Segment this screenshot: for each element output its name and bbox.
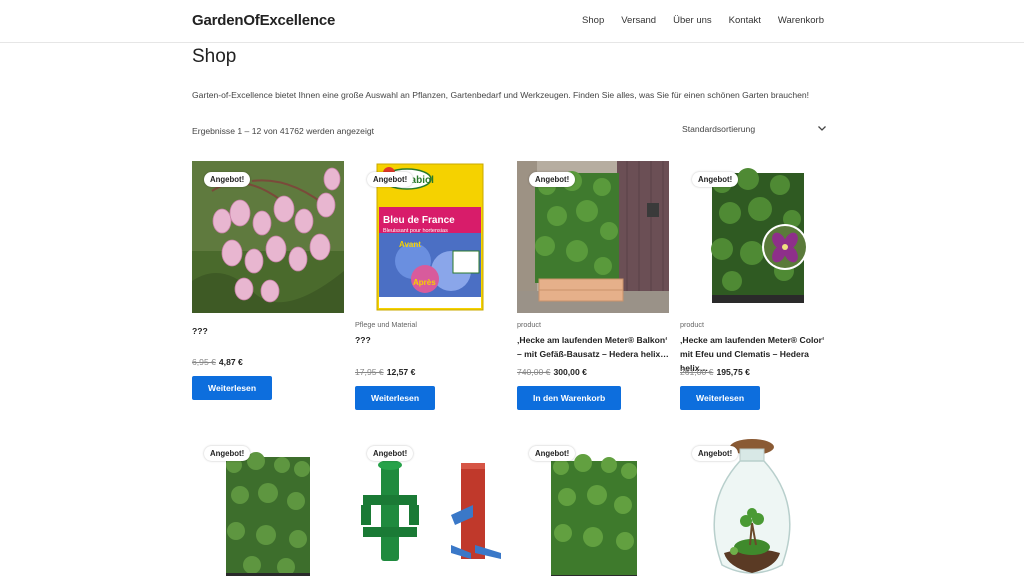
read-more-button[interactable]: Weiterlesen [355, 386, 436, 410]
site-logo[interactable]: GardenOfExcellence [192, 12, 335, 29]
sort-selected-label: Standardsortierung [682, 124, 756, 134]
product-title[interactable]: ‚Hecke am laufenden Meter® Balkon‘ – mit… [517, 333, 669, 361]
product-price: 6,95 €4,87 € [192, 357, 243, 367]
sale-badge: Angebot! [204, 172, 251, 187]
product-price: 261,00 €195,75 € [680, 367, 750, 377]
sort-select[interactable]: Standardsortierung [676, 119, 834, 139]
nav-shop[interactable]: Shop [582, 15, 604, 26]
sale-badge: Angebot! [692, 446, 739, 461]
product-price: 740,00 €300,00 € [517, 367, 587, 377]
packshot-subtitle: Bleuissant pour hortensias [383, 228, 448, 234]
chevron-down-icon [818, 126, 826, 131]
product-price: 17,95 €12,57 € [355, 367, 415, 377]
sale-badge: Angebot! [204, 446, 251, 461]
shop-description: Garten-of-Excellence bietet Ihnen eine g… [192, 90, 810, 100]
nav-kontakt[interactable]: Kontakt [729, 15, 761, 26]
read-more-button[interactable]: Weiterlesen [192, 376, 273, 400]
result-count: Ergebnisse 1 – 12 von 41762 werden angez… [192, 126, 375, 136]
nav-ueber-uns[interactable]: Über uns [673, 15, 712, 26]
packshot-before: Avant [399, 240, 421, 249]
product-image[interactable]: Solabiol Bleu de France Bleuissant pour … [355, 161, 507, 313]
sale-badge: Angebot! [529, 172, 576, 187]
product-image[interactable]: Angebot! [192, 161, 344, 313]
old-price: 261,00 € [680, 367, 714, 377]
product-image[interactable]: Angebot! [680, 161, 832, 313]
sale-price: 4,87 € [218, 357, 243, 367]
main-nav: Shop Versand Über uns Kontakt Warenkorb [582, 15, 824, 26]
page-title: Shop [192, 46, 237, 67]
product-title[interactable]: ??? [192, 324, 344, 338]
product-image[interactable]: Angebot! [355, 435, 507, 576]
sale-badge: Angebot! [692, 172, 739, 187]
product-image[interactable]: Angebot! [192, 435, 344, 576]
product-category[interactable]: Pflege und Material [355, 320, 417, 329]
sale-price: 12,57 € [386, 367, 416, 377]
product-title[interactable]: ??? [355, 333, 507, 347]
sale-price: 195,75 € [716, 367, 750, 377]
nav-warenkorb[interactable]: Warenkorb [778, 15, 824, 26]
sale-badge: Angebot! [367, 172, 414, 187]
product-category[interactable]: product [680, 320, 704, 329]
old-price: 6,95 € [192, 357, 216, 367]
product-image[interactable]: Angebot! [517, 435, 669, 576]
packshot-name: Bleu de France [383, 215, 455, 226]
sale-price: 300,00 € [553, 367, 587, 377]
site-header: GardenOfExcellence Shop Versand Über uns… [0, 0, 1024, 43]
product-category[interactable]: product [517, 320, 541, 329]
sale-badge: Angebot! [367, 446, 414, 461]
sale-badge: Angebot! [529, 446, 576, 461]
packshot-after: Après [413, 278, 436, 287]
nav-versand[interactable]: Versand [621, 15, 656, 26]
old-price: 740,00 € [517, 367, 551, 377]
read-more-button[interactable]: Weiterlesen [680, 386, 761, 410]
product-image[interactable]: Angebot! [517, 161, 669, 313]
product-image[interactable]: Angebot! [680, 435, 832, 576]
add-to-cart-button[interactable]: In den Warenkorb [517, 386, 622, 410]
old-price: 17,95 € [355, 367, 384, 377]
